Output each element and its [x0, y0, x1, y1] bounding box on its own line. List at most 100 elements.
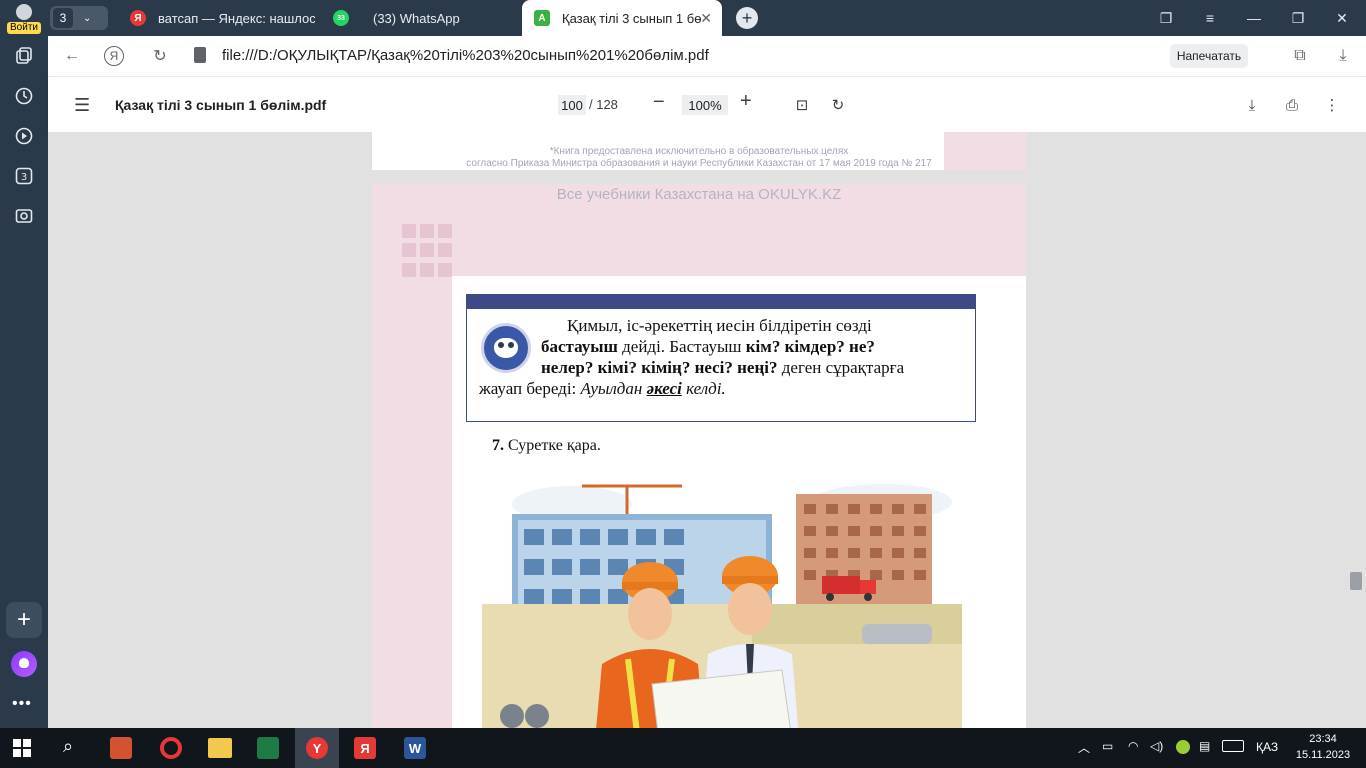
tab-pdf-active[interactable]: A Қазақ тілі 3 сынып 1 бө ✕	[522, 0, 722, 36]
exercise-heading: 7. Суретке қара.	[492, 437, 601, 455]
more-icon[interactable]: •••	[12, 695, 32, 713]
watermark: Все учебники Казахстана на OKULYK.KZ	[556, 186, 842, 203]
disclaimer-line: согласно Приказа Министра образования и …	[466, 158, 932, 169]
taskbar: ⌕ Y Я W ︿ ▭ ◠ ◁) ▤ ҚАЗ 23:34 15.11.2023	[0, 728, 1366, 768]
url-field[interactable]: file:///D:/ОҚУЛЫҚТАР/Қазақ%20тілі%203%20…	[222, 47, 709, 64]
tab-whatsapp[interactable]: 33 (33) WhatsApp	[333, 0, 513, 36]
svg-text:3: 3	[21, 172, 27, 183]
disclaimer: *Книга предоставлена исключительно в обр…	[372, 146, 1026, 170]
rule-line: Қимыл, іс-әрекеттің иесін білдіретін сөз…	[567, 316, 872, 335]
yandex-logo-icon[interactable]: Я	[104, 46, 124, 66]
windows-start-icon[interactable]	[12, 738, 32, 758]
restore-icon[interactable]: ❐	[1276, 0, 1320, 36]
powerpoint-icon[interactable]	[110, 737, 132, 759]
login-button[interactable]: Войти	[4, 4, 44, 36]
disclaimer-line: *Книга предоставлена исключительно в обр…	[549, 146, 849, 157]
add-panel-button[interactable]: +	[6, 602, 42, 638]
battery-icon[interactable]: ▭	[1102, 739, 1113, 753]
zoom-in-icon[interactable]: +	[740, 90, 752, 113]
wifi-icon[interactable]: ◠	[1128, 739, 1138, 753]
profile-avatar-icon	[16, 4, 32, 20]
yandex-icon[interactable]: Я	[354, 737, 376, 759]
file-icon	[194, 47, 206, 63]
pdf-page-current: Все учебники Казахстана на OKULYK.KZ Қим…	[372, 184, 1026, 728]
search-icon[interactable]: ⌕	[63, 736, 73, 757]
address-bar-row: ← Я ↻ file:///D:/ОҚУЛЫҚТАР/Қазақ%20тілі%…	[48, 36, 1366, 76]
exercise-number: 7.	[492, 437, 504, 454]
rule-line: жауап береді: Ауылдан әкесі келді.	[479, 378, 965, 399]
file-explorer-icon[interactable]	[208, 738, 232, 758]
chevron-up-icon[interactable]: ︿	[1078, 739, 1090, 756]
rotate-icon[interactable]: ↻	[828, 95, 848, 115]
back-icon[interactable]: ←	[60, 44, 84, 68]
rule-text: Қимыл, іс-әрекеттің иесін білдіретін сөз…	[479, 315, 965, 399]
tab-label: (33) WhatsApp	[373, 10, 460, 26]
example-subject: әкесі	[646, 379, 682, 398]
question-words: кім? кімдер? не?	[745, 337, 875, 356]
login-label: Войти	[7, 22, 41, 34]
menu-icon[interactable]: ≡	[1188, 0, 1232, 36]
more-options-icon[interactable]: ⋮	[1322, 95, 1342, 115]
rule-line: нелер? кімі? кімің? несі? неңі? деген сұ…	[479, 357, 965, 378]
clock-time: 23:34	[1309, 733, 1337, 745]
download-icon[interactable]: ⤓	[1331, 44, 1355, 68]
tab-label: Қазақ тілі 3 сынып 1 бө	[562, 10, 702, 26]
app-tray-icon[interactable]	[1176, 740, 1190, 754]
word-icon[interactable]: W	[404, 737, 426, 759]
exercise-text: Суретке қара.	[504, 437, 601, 454]
example-text: келді.	[681, 379, 726, 398]
pdf-page-previous: *Книга предоставлена исключительно в обр…	[372, 132, 1026, 170]
new-tab-button[interactable]: +	[736, 7, 758, 29]
rule-box: Қимыл, іс-әрекеттің иесін білдіретін сөз…	[466, 294, 976, 422]
minimize-icon[interactable]: —	[1232, 0, 1276, 36]
tab-count: 3	[53, 8, 73, 28]
language-indicator[interactable]: ҚАЗ	[1256, 740, 1278, 754]
screenshot-icon[interactable]	[12, 204, 36, 228]
whatsapp-icon: 33	[333, 10, 349, 26]
alice-assistant-icon[interactable]	[11, 651, 37, 677]
yandex-browser-active-icon[interactable]: Y	[295, 728, 339, 768]
video-icon[interactable]	[12, 124, 36, 148]
term-bold: бастауыш	[541, 337, 618, 356]
rule-line: бастауыш дейді. Бастауыш кім? кімдер? не…	[479, 336, 965, 357]
rule-fragment: жауап береді:	[479, 379, 581, 398]
tab-manager-icon[interactable]: ❐	[1144, 0, 1188, 36]
pdf-toolbar: ☰ Қазақ тілі 3 сынып 1 бөлім.pdf 100 / 1…	[48, 76, 1366, 132]
fit-page-icon[interactable]: ⊡	[792, 95, 812, 115]
keyboard-icon[interactable]	[1222, 740, 1244, 752]
clock[interactable]: 23:34 15.11.2023	[1290, 731, 1356, 763]
tabs-counter-icon[interactable]: 3	[12, 164, 36, 188]
tab-strip: 3 ⌄ Я ватсап — Яндекс: нашлось 33 (33) W…	[48, 0, 1366, 36]
question-words: нелер? кімі? кімің? несі? неңі?	[541, 358, 778, 377]
example-text: Ауылдан	[580, 379, 647, 398]
volume-icon[interactable]: ◁)	[1150, 739, 1163, 753]
yandex-icon: Я	[130, 10, 146, 26]
close-window-icon[interactable]: ✕	[1320, 0, 1364, 36]
rule-fragment: деген сұрақтарға	[777, 358, 905, 377]
pdf-app-icon: A	[534, 10, 550, 26]
excel-icon[interactable]	[257, 737, 279, 759]
hamburger-menu-icon[interactable]: ☰	[74, 95, 90, 116]
decorative-grid	[402, 224, 456, 278]
browser-sidebar: Войти 3 + •••	[0, 0, 48, 728]
reload-icon[interactable]: ↻	[148, 44, 172, 68]
print-icon[interactable]: ⎙	[1282, 95, 1302, 115]
zoom-input[interactable]: 100%	[682, 95, 728, 115]
tab-label: ватсап — Яндекс: нашлось	[158, 10, 315, 26]
tab-group-button[interactable]: 3 ⌄	[50, 6, 108, 30]
print-button[interactable]: Напечатать	[1170, 44, 1248, 68]
notification-icon[interactable]: ▤	[1199, 739, 1210, 753]
collections-icon[interactable]	[12, 44, 36, 68]
construction-site-illustration	[482, 454, 962, 728]
history-icon[interactable]	[12, 84, 36, 108]
close-tab-icon[interactable]: ✕	[700, 10, 712, 27]
download-pdf-icon[interactable]: ⤓	[1242, 95, 1262, 115]
page-number-input[interactable]: 100	[558, 95, 586, 115]
page-total: / 128	[589, 97, 618, 112]
tab-yandex-search[interactable]: Я ватсап — Яндекс: нашлось	[130, 0, 315, 36]
zoom-out-icon[interactable]: −	[653, 91, 665, 114]
opera-icon[interactable]	[160, 737, 182, 759]
pdf-title: Қазақ тілі 3 сынып 1 бөлім.pdf	[115, 97, 327, 113]
scrollbar-thumb[interactable]	[1350, 572, 1362, 590]
extensions-icon[interactable]: ⧉	[1288, 44, 1312, 68]
